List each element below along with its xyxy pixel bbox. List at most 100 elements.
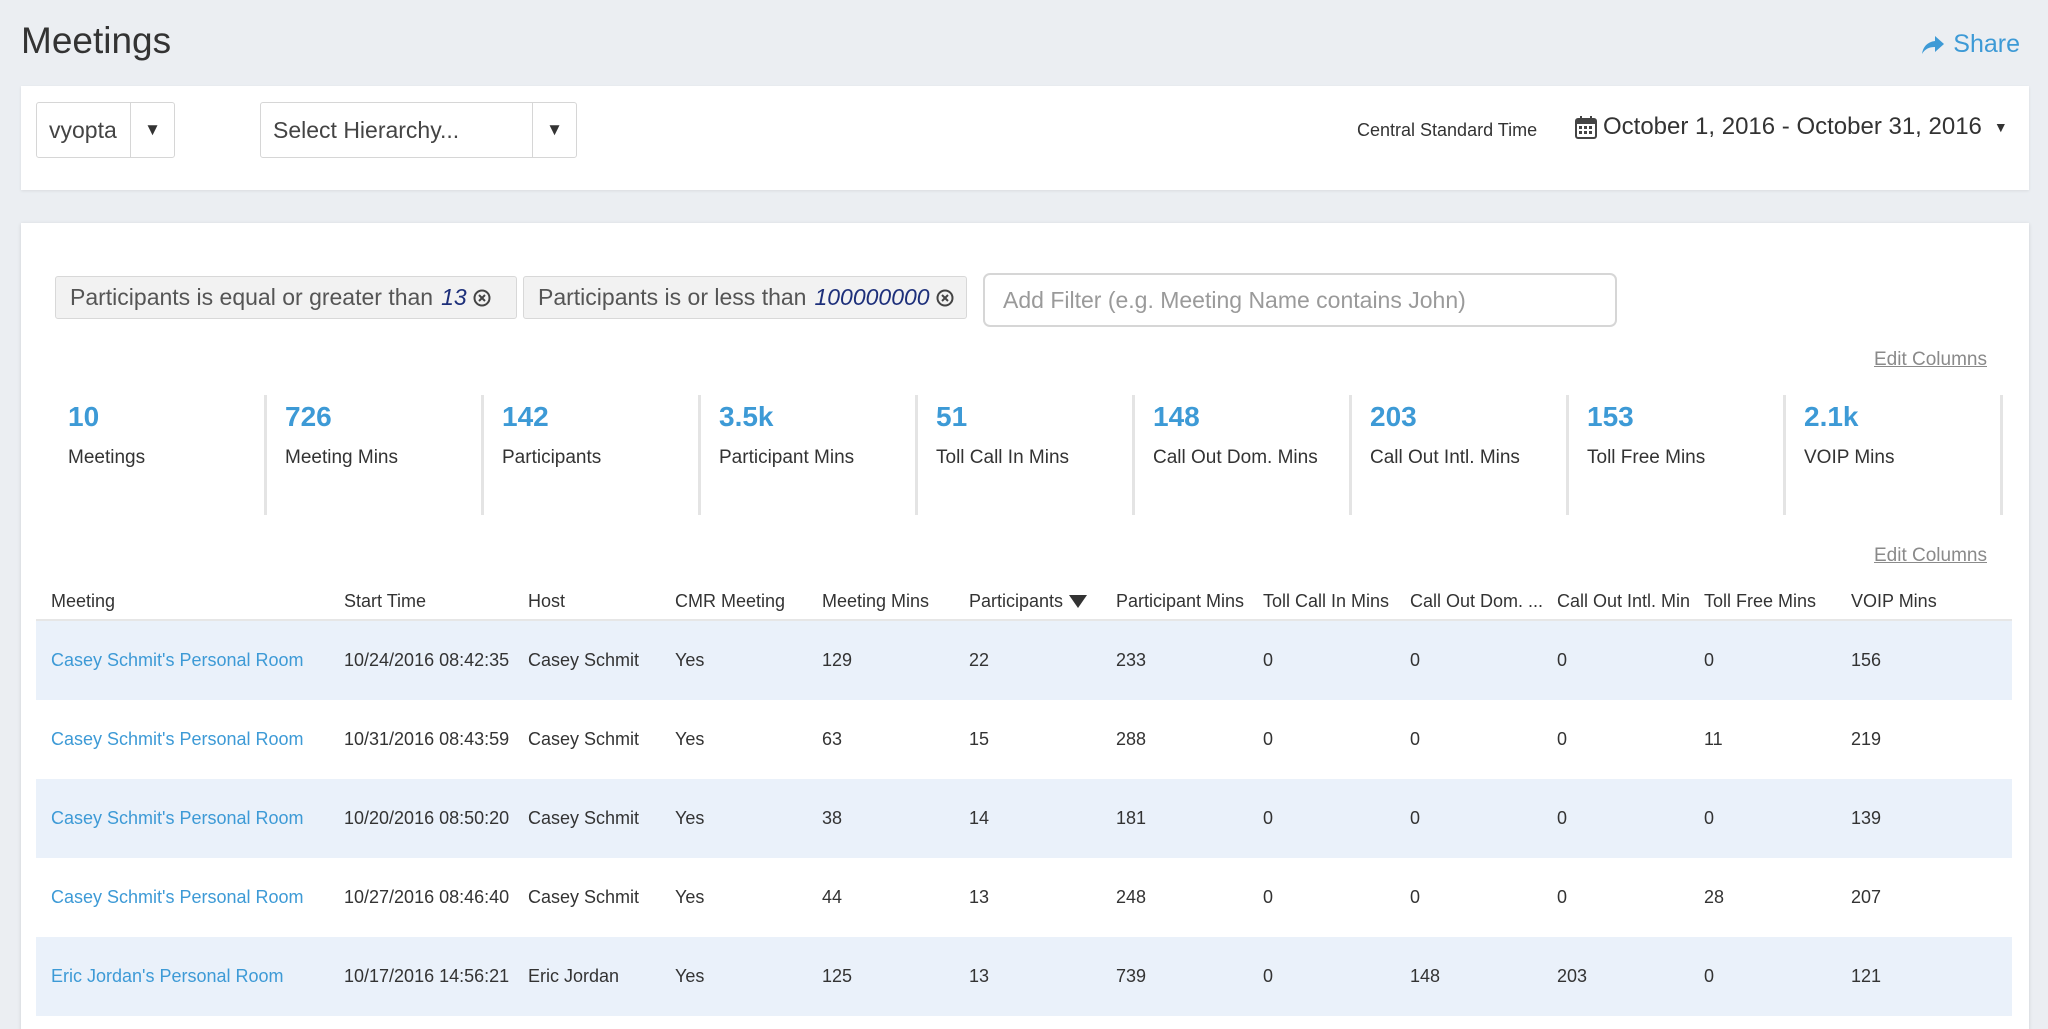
remove-filter-icon[interactable] — [936, 289, 954, 307]
filter-chip-value: 100000000 — [814, 284, 930, 310]
table-cell: 63 — [822, 729, 843, 749]
table-cell: 0 — [1704, 966, 1715, 986]
table-cell: Yes — [675, 650, 705, 670]
table-cell: 233 — [1116, 650, 1147, 670]
stat-value: 51 — [936, 401, 968, 432]
stat-label: Meetings — [68, 447, 146, 468]
column-header-cmr-meeting[interactable]: CMR Meeting — [660, 591, 807, 612]
table-cell: Casey Schmit — [528, 808, 640, 828]
table-row[interactable]: Eric Jordan's Personal Room 10/17/2016 14… — [36, 937, 2012, 1016]
table-cell: 148 — [1410, 966, 1441, 986]
add-filter-input[interactable] — [983, 273, 1617, 327]
table-cell: 0 — [1263, 887, 1274, 907]
table-cell: 125 — [822, 966, 853, 986]
table-row[interactable]: Casey Schmit's Personal Room 10/20/2016 0… — [36, 779, 2012, 858]
table-cell: 38 — [822, 808, 843, 828]
column-header-call-out-intl-mins[interactable]: Call Out Intl. Mins — [1542, 591, 1689, 612]
column-header-host[interactable]: Host — [513, 591, 660, 612]
edit-columns-link-table[interactable]: Edit Columns — [1874, 545, 1987, 567]
meeting-name-link[interactable]: Casey Schmit's Personal Room — [36, 650, 329, 671]
chevron-down-icon[interactable]: ▼ — [532, 103, 576, 157]
table-row[interactable]: Casey Schmit's Personal Room 10/27/2016 0… — [36, 858, 2012, 937]
column-header-voip-mins[interactable]: VOIP Mins — [1836, 591, 1986, 612]
table-cell: 139 — [1851, 808, 1882, 828]
table-cell: 129 — [822, 650, 853, 670]
stat-value: 3.5k — [719, 401, 774, 432]
table-cell: 203 — [1557, 966, 1588, 986]
share-button[interactable]: Share — [1921, 30, 2020, 59]
meeting-name-link[interactable]: Casey Schmit's Personal Room — [36, 808, 329, 829]
table-cell: 0 — [1263, 808, 1274, 828]
table-cell: 15 — [969, 729, 990, 749]
filter-chip-participants-min: Participants is equal or greater than 13 — [55, 276, 517, 319]
meetings-table: Meeting Start Time Host CMR Meeting Meet… — [36, 583, 2012, 1016]
stat-participants: 142 Participants — [484, 395, 701, 515]
table-cell: 0 — [1704, 650, 1715, 670]
table-cell: 739 — [1116, 966, 1147, 986]
column-header-start-time[interactable]: Start Time — [329, 591, 513, 612]
table-cell: 28 — [1704, 887, 1725, 907]
stat-value: 153 — [1587, 401, 1634, 432]
company-select-value: vyopta — [49, 116, 117, 143]
stat-label: Toll Free Mins — [1587, 447, 1706, 468]
table-row[interactable]: Casey Schmit's Personal Room 10/24/2016 0… — [36, 621, 2012, 700]
table-body: Casey Schmit's Personal Room 10/24/2016 0… — [36, 621, 2012, 1016]
table-cell: Yes — [675, 887, 705, 907]
edit-columns-link-stats[interactable]: Edit Columns — [1874, 349, 1987, 371]
table-cell: 0 — [1263, 650, 1274, 670]
stat-label: Participants — [502, 447, 602, 468]
filter-bar: vyopta ▼ Select Hierarchy... ▼ Central S… — [21, 86, 2029, 190]
table-cell: 10/27/2016 08:46:40 — [344, 887, 510, 907]
stat-meetings: 10 Meetings — [50, 395, 267, 515]
table-row[interactable]: Casey Schmit's Personal Room 10/31/2016 0… — [36, 700, 2012, 779]
table-cell: 207 — [1851, 887, 1882, 907]
stat-value: 2.1k — [1804, 401, 1859, 432]
table-cell: 0 — [1557, 729, 1568, 749]
chevron-down-icon[interactable]: ▼ — [130, 103, 174, 157]
table-cell: Yes — [675, 808, 705, 828]
table-cell: 10/17/2016 14:56:21 — [344, 966, 510, 986]
column-header-toll-free-mins[interactable]: Toll Free Mins — [1689, 591, 1836, 612]
table-cell: 0 — [1557, 808, 1568, 828]
table-cell: 0 — [1263, 729, 1274, 749]
column-header-meeting-mins[interactable]: Meeting Mins — [807, 591, 954, 612]
table-cell: 10/20/2016 08:50:20 — [344, 808, 510, 828]
stat-value: 726 — [285, 401, 332, 432]
table-cell: 13 — [969, 887, 990, 907]
filter-chip-label: Participants is equal or greater than — [70, 284, 434, 310]
filter-chip-value: 13 — [441, 284, 467, 310]
calendar-icon — [1575, 116, 1597, 139]
stat-voip-mins: 2.1k VOIP Mins — [1786, 395, 2003, 515]
stat-label: Meeting Mins — [285, 447, 398, 468]
column-header-participants[interactable]: Participants — [954, 591, 1101, 612]
stat-call-out-dom-mins: 148 Call Out Dom. Mins — [1135, 395, 1352, 515]
table-header: Meeting Start Time Host CMR Meeting Meet… — [36, 583, 2012, 621]
stat-label: Participant Mins — [719, 447, 855, 468]
table-cell: Casey Schmit — [528, 729, 640, 749]
meeting-name-link[interactable]: Eric Jordan's Personal Room — [36, 966, 329, 987]
table-cell: 0 — [1704, 808, 1715, 828]
stat-toll-free-mins: 153 Toll Free Mins — [1569, 395, 1786, 515]
stat-value: 10 — [68, 401, 100, 432]
table-cell: 0 — [1410, 650, 1421, 670]
table-cell: 0 — [1410, 729, 1421, 749]
remove-filter-icon[interactable] — [473, 289, 491, 307]
column-header-toll-call-in-mins[interactable]: Toll Call In Mins — [1248, 591, 1395, 612]
company-select[interactable]: vyopta ▼ — [36, 102, 175, 158]
date-range-picker[interactable]: October 1, 2016 - October 31, 2016 ▼ — [1575, 113, 2008, 141]
stat-label: Call Out Dom. Mins — [1153, 447, 1318, 468]
meeting-name-link[interactable]: Casey Schmit's Personal Room — [36, 729, 329, 750]
filter-chip-participants-max: Participants is or less than 100000000 — [523, 276, 967, 319]
meeting-name-link[interactable]: Casey Schmit's Personal Room — [36, 887, 329, 908]
table-cell: 0 — [1410, 808, 1421, 828]
timezone-label: Central Standard Time — [1357, 120, 1538, 140]
table-cell: 248 — [1116, 887, 1147, 907]
column-header-meeting[interactable]: Meeting — [36, 591, 329, 612]
hierarchy-select[interactable]: Select Hierarchy... ▼ — [260, 102, 577, 158]
column-header-participant-mins[interactable]: Participant Mins — [1101, 591, 1248, 612]
sort-descending-icon — [1069, 595, 1088, 609]
stat-value: 203 — [1370, 401, 1417, 432]
column-header-call-out-dom-mins[interactable]: Call Out Dom. ... — [1395, 591, 1542, 612]
table-cell: Casey Schmit — [528, 650, 640, 670]
stat-label: Toll Call In Mins — [936, 447, 1070, 468]
